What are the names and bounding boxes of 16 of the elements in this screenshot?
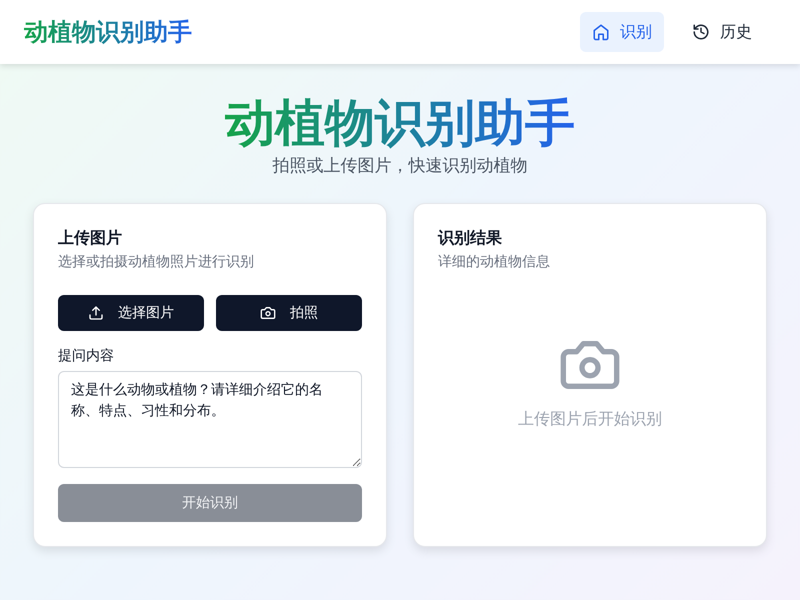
camera-icon (260, 305, 276, 321)
home-icon (592, 23, 610, 41)
card-subtitle: 选择或拍摄动植物照片进行识别 (58, 253, 255, 271)
empty-message: 上传图片后开始识别 (518, 409, 662, 430)
upload-icon (88, 305, 104, 321)
card-subtitle: 详细的动植物信息 (438, 253, 551, 271)
choose-image-button[interactable]: 选择图片 (58, 295, 204, 331)
hero-subtitle: 拍照或上传图片，快速识别动植物 (272, 155, 528, 177)
nav-tab[interactable]: 识别 (580, 12, 664, 52)
take-photo-button[interactable]: 拍照 (216, 295, 362, 331)
nav-tab[interactable]: 历史 (680, 12, 764, 52)
field-label: 提问内容 (58, 347, 115, 365)
prompt-field[interactable]: 这是什么动物或植物？请详细介绍它的名称、特点、习性和分布。 (58, 371, 362, 468)
card-title: 识别结果 (438, 228, 503, 249)
card-title: 上传图片 (58, 228, 123, 249)
history-icon (692, 23, 710, 41)
